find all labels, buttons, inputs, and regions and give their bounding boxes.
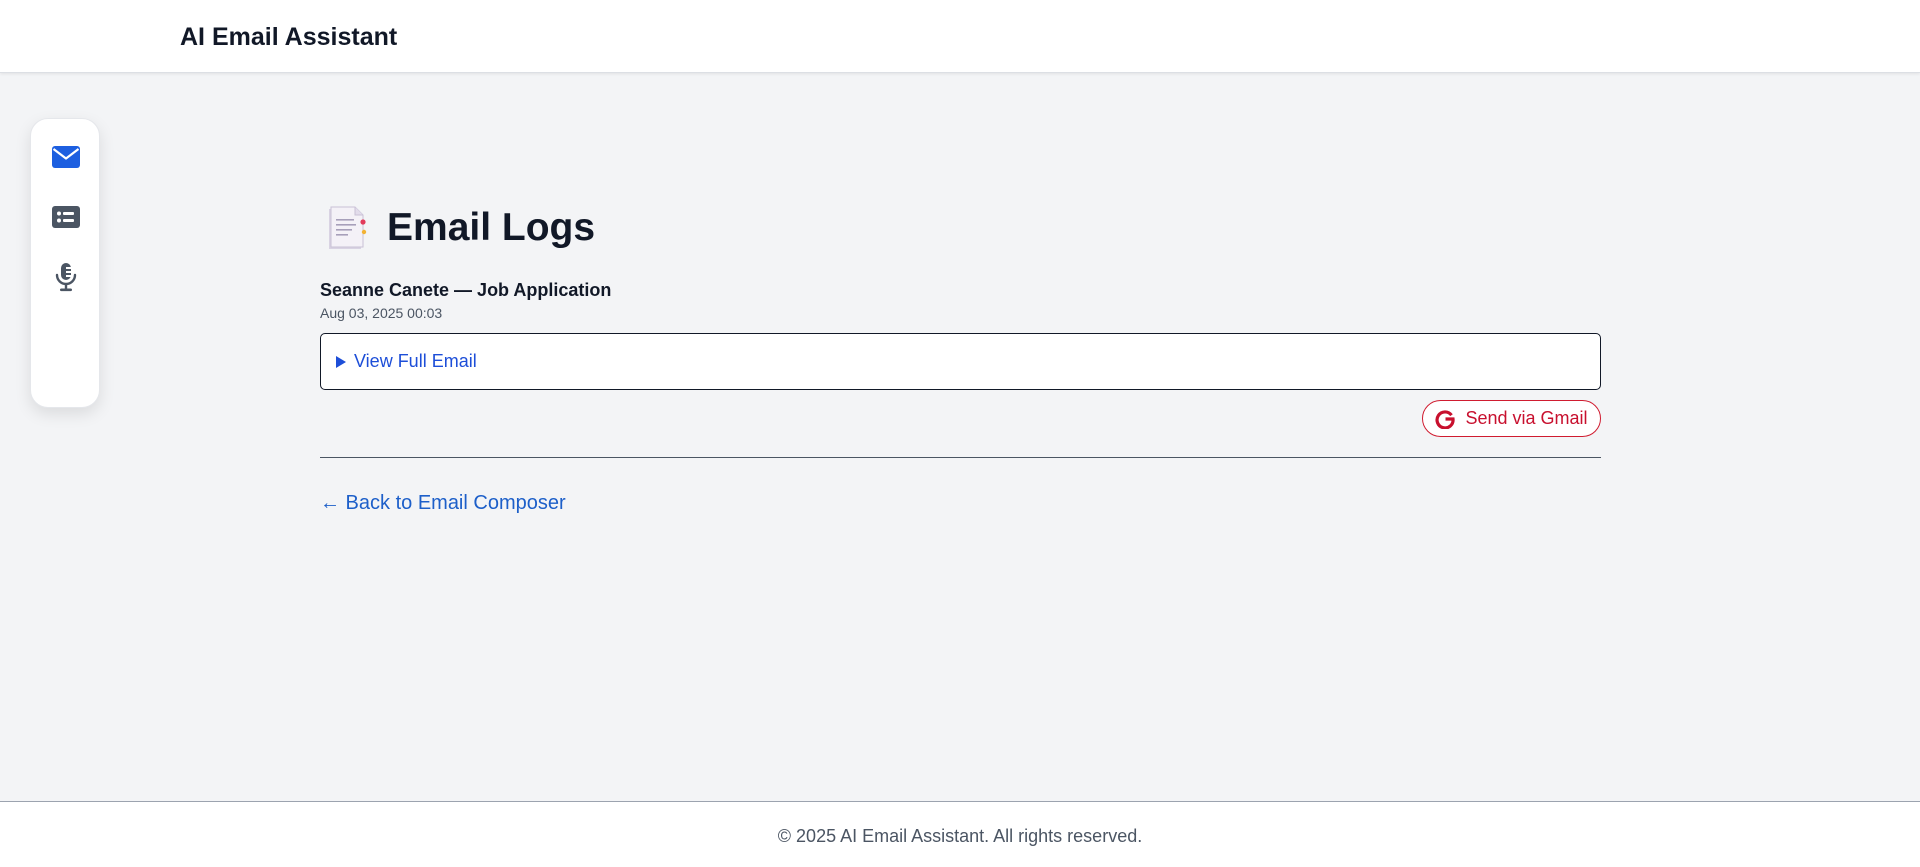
- view-full-email-label: View Full Email: [354, 351, 477, 371]
- envelope-icon: [52, 146, 80, 168]
- microphone-icon: [55, 263, 77, 292]
- send-via-gmail-label: Send via Gmail: [1465, 408, 1588, 428]
- back-to-composer-link[interactable]: ← Back to Email Composer: [320, 492, 566, 515]
- sidebar-item-compose[interactable]: [48, 139, 84, 175]
- view-full-email-toggle[interactable]: View Full Email: [320, 333, 1601, 390]
- notepad-icon: [329, 206, 367, 249]
- list-card-icon: [52, 206, 80, 228]
- sidebar-item-voice[interactable]: [48, 259, 84, 295]
- send-via-gmail-button[interactable]: Send via Gmail: [1422, 400, 1601, 437]
- google-g-icon: [1435, 409, 1456, 429]
- disclosure-triangle-icon: [336, 355, 346, 368]
- sidebar-item-logs[interactable]: [48, 199, 84, 235]
- section-divider: [320, 457, 1601, 458]
- app-title: AI Email Assistant: [180, 23, 398, 51]
- sidebar: [30, 118, 100, 408]
- log-subject: Seanne Canete — Job Application: [320, 280, 612, 300]
- page-title: Email Logs: [387, 206, 596, 249]
- footer: © 2025 AI Email Assistant. All rights re…: [0, 801, 1920, 867]
- top-header: AI Email Assistant: [0, 0, 1920, 73]
- footer-copyright: © 2025 AI Email Assistant. All rights re…: [777, 826, 1143, 846]
- log-timestamp: Aug 03, 2025 00:03: [320, 305, 443, 321]
- page-heading: Email Logs: [320, 200, 595, 256]
